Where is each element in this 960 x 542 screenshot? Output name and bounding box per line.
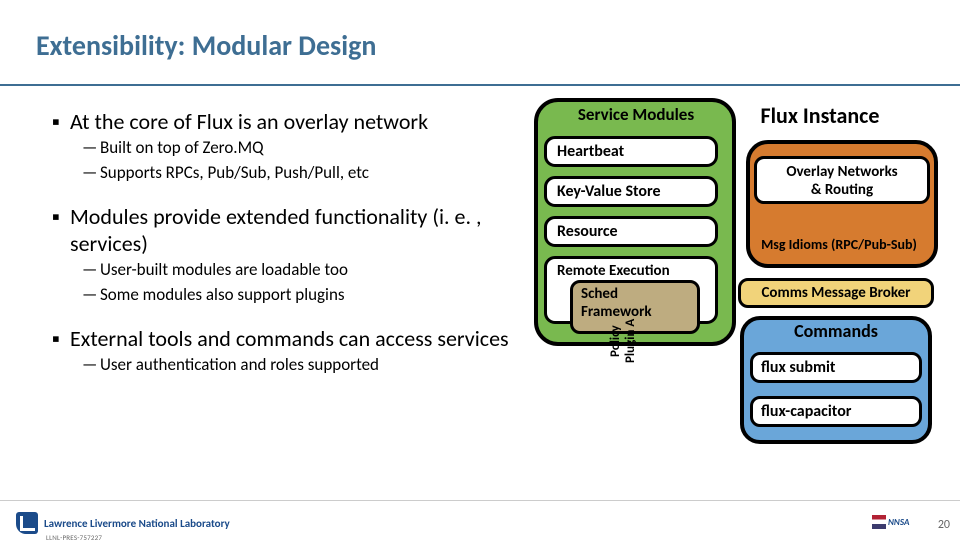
llnl-org-name: Lawrence Livermore National Laboratory — [44, 518, 230, 529]
presentation-id: LLNL-PRES-757227 — [46, 533, 102, 542]
bullet-3-sub-1: User authentication and roles supported — [100, 354, 510, 377]
overlay-networks-pill: Overlay Networks & Routing — [754, 156, 930, 204]
bullet-1-text: At the core of Flux is an overlay networ… — [70, 108, 510, 135]
title-divider — [0, 84, 960, 86]
footer: Lawrence Livermore National Laboratory L… — [0, 500, 960, 540]
bullet-column: ▪At the core of Flux is an overlay netwo… — [52, 108, 512, 395]
broker-pill: Comms Message Broker — [738, 278, 934, 308]
llnl-logo: Lawrence Livermore National Laboratory — [16, 512, 230, 534]
policy-plugin-label: Policy Plugin A — [608, 316, 636, 366]
nnsa-logo: NNSA — [872, 512, 928, 534]
nnsa-text: NNSA — [888, 517, 909, 528]
bullet-2: ▪Modules provide extended functionality … — [52, 203, 512, 307]
bullet-2-sub-2: Some modules also support plugins — [100, 284, 510, 307]
resource-pill: Resource — [544, 216, 718, 247]
heartbeat-pill: Heartbeat — [544, 136, 718, 167]
kvstore-pill: Key-Value Store — [544, 176, 718, 207]
commands-label: Commands — [750, 320, 922, 342]
slide-title: Extensibility: Modular Design — [36, 28, 376, 63]
bullet-2-sub-1: User-built modules are loadable too — [100, 259, 510, 282]
bullet-1: ▪At the core of Flux is an overlay netwo… — [52, 108, 512, 185]
architecture-diagram: Flux Instance Service Modules Heartbeat … — [540, 98, 940, 458]
bullet-1-sub-1: Built on top of Zero.MQ — [100, 137, 510, 160]
llnl-mark-icon — [16, 512, 38, 534]
service-modules-label: Service Modules — [544, 104, 728, 130]
bullet-2-text: Modules provide extended functionality (… — [70, 203, 510, 257]
bullet-3-text: External tools and commands can access s… — [70, 325, 510, 352]
msg-idioms-label: Msg Idioms (RPC/Pub-Sub) — [744, 236, 934, 253]
flux-instance-label: Flux Instance — [700, 102, 940, 129]
bullet-3: ▪External tools and commands can access … — [52, 325, 512, 377]
bullet-1-sub-2: Supports RPCs, Pub/Sub, Push/Pull, etc — [100, 162, 510, 185]
slide-number: 20 — [938, 518, 950, 532]
flux-capacitor-pill: flux-capacitor — [750, 396, 922, 427]
flux-submit-pill: flux submit — [750, 352, 922, 383]
flag-icon — [872, 515, 886, 529]
